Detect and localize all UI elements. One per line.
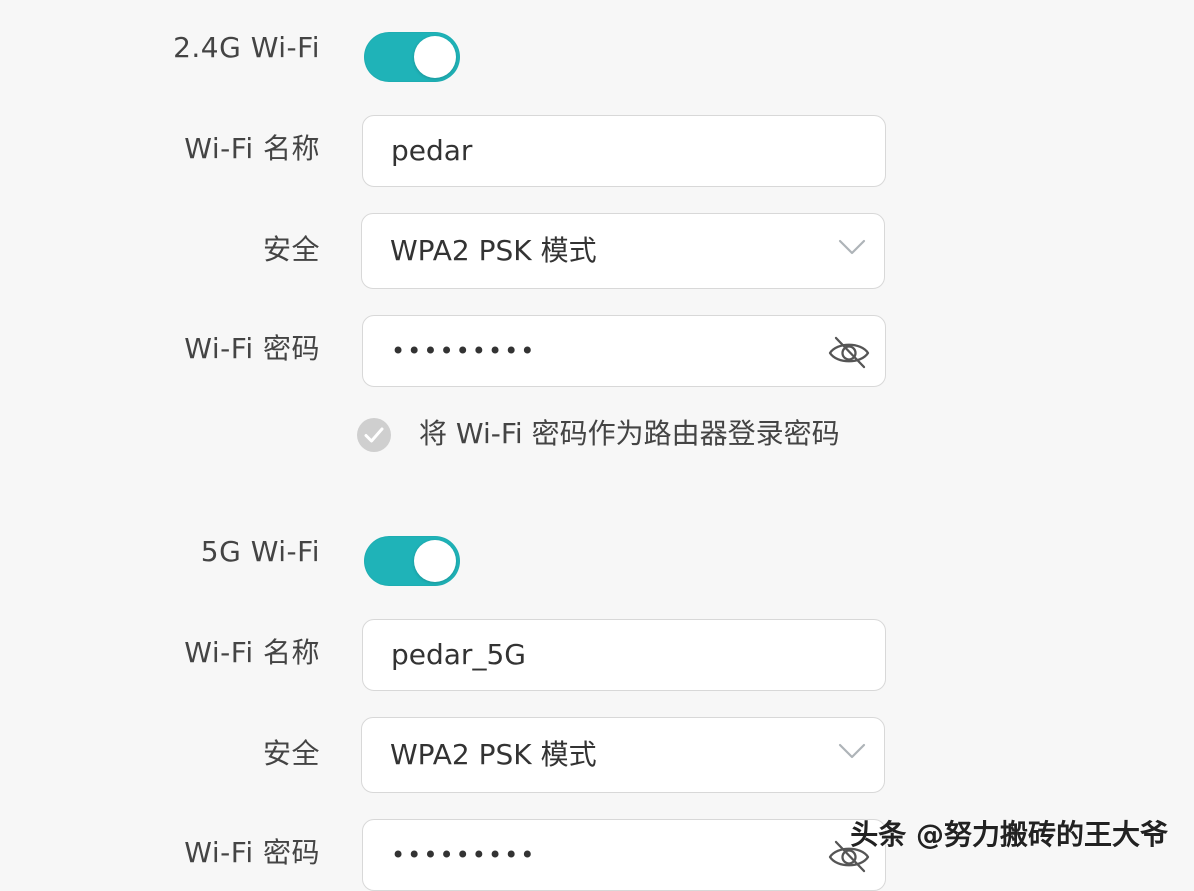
wifi-5g-security-value: WPA2 PSK 模式 [390,738,597,771]
wifi-24g-password-input[interactable]: ••••••••• [362,315,886,387]
wifi-24g-toggle-label: 2.4G Wi-Fi [173,31,320,64]
use-wifi-password-as-login-label: 将 Wi-Fi 密码作为路由器登录密码 [419,417,840,450]
use-wifi-password-as-login-checkbox[interactable] [357,418,391,452]
wifi-24g-password-value: ••••••••• [391,337,537,365]
wifi-24g-security-label: 安全 [262,233,320,266]
wifi-5g-password-value: ••••••••• [391,841,537,869]
wifi-5g-toggle-label: 5G Wi-Fi [200,535,320,568]
wifi-5g-name-value: pedar_5G [391,638,526,671]
wifi-settings-page: 2.4G Wi-Fi Wi-Fi 名称 pedar 安全 WPA2 PSK 模式… [0,0,1194,891]
wifi-24g-security-select[interactable]: WPA2 PSK 模式 [361,213,885,289]
toggle-knob [414,540,456,582]
wifi-5g-password-input[interactable]: ••••••••• [362,819,886,891]
toggle-knob [414,36,456,78]
wifi-5g-password-label: Wi-Fi 密码 [184,836,320,869]
wifi-24g-security-value: WPA2 PSK 模式 [390,234,597,267]
wifi-24g-name-value: pedar [391,134,473,167]
chevron-down-icon [838,743,866,759]
chevron-down-icon [838,239,866,255]
wifi-5g-name-input[interactable]: pedar_5G [362,619,886,691]
wifi-24g-toggle[interactable] [364,32,460,82]
eye-off-icon[interactable] [827,333,871,371]
watermark: 头条 @努力搬砖的王大爷 [850,818,1168,851]
wifi-5g-security-select[interactable]: WPA2 PSK 模式 [361,717,885,793]
wifi-5g-name-label: Wi-Fi 名称 [184,636,320,669]
wifi-5g-toggle[interactable] [364,536,460,586]
wifi-5g-security-label: 安全 [262,737,320,770]
check-icon [364,427,384,443]
wifi-24g-name-label: Wi-Fi 名称 [184,132,320,165]
wifi-24g-password-label: Wi-Fi 密码 [184,332,320,365]
wifi-24g-name-input[interactable]: pedar [362,115,886,187]
